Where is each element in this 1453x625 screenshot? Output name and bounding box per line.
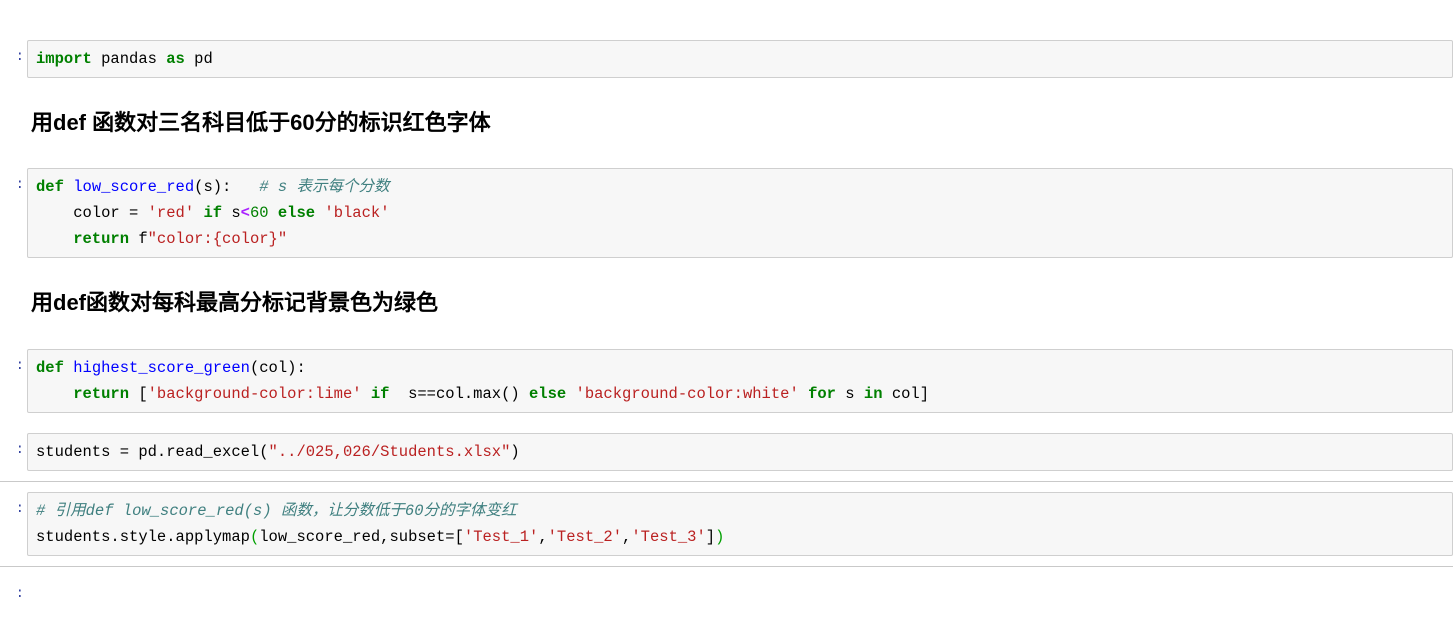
code-token: def <box>36 358 74 377</box>
code-token: return <box>36 230 130 249</box>
code-token: (s): <box>194 178 260 197</box>
code-token: ) <box>510 442 520 461</box>
cell-spacer <box>0 258 1453 268</box>
cell-prompt: : <box>15 177 24 194</box>
cell-spacer <box>0 88 1453 110</box>
code-token: pd <box>194 50 213 68</box>
code-token: s <box>836 384 864 403</box>
code-token: 'Test_3' <box>631 527 706 546</box>
code-line: def highest_score_green(col): <box>36 355 1448 381</box>
section-heading: 用def函数对每科最高分标记背景色为绿色 <box>31 290 439 316</box>
code-token: 'background-color:lime' <box>147 384 362 403</box>
cell-prompt: : <box>15 49 24 65</box>
cell-spacer <box>0 556 1453 566</box>
code-token: return <box>36 384 130 403</box>
jupyter-notebook: : import pandas as pd 用def 函数对三名科目低于60分的标识… <box>0 0 1453 625</box>
code-line: def low_score_red(s): # s 表示每个分数 <box>36 174 1448 200</box>
cell-spacer <box>0 136 1453 158</box>
code-token: low_score_red,subset=[ <box>259 527 464 546</box>
code-line: color = 'red' if s<60 else 'black' <box>36 200 1448 226</box>
cell-spacer <box>0 482 1453 492</box>
code-token: 60 <box>249 204 269 223</box>
code-token: students.style.applymap <box>36 527 250 546</box>
code-line: # 引用def low_score_red(s) 函数，让分数低于60分的字体变… <box>36 498 1448 524</box>
cell-spacer <box>0 158 1453 168</box>
cell-spacer <box>0 423 1453 433</box>
cell-prompt: : <box>15 500 24 517</box>
section-heading: 用def 函数对三名科目低于60分的标识红色字体 <box>31 110 491 135</box>
code-token: col] <box>882 384 930 403</box>
code-token: < <box>240 204 250 223</box>
code-token: s==col.max() <box>389 384 529 403</box>
cell-prompt: : <box>15 441 24 458</box>
cell-spacer <box>0 78 1453 88</box>
code-token: else <box>268 204 316 223</box>
code-token: 'Test_1' <box>463 527 539 546</box>
code-token: 'Test_2' <box>547 527 623 546</box>
code-editor[interactable]: # 引用def low_score_red(s) 函数，让分数低于60分的字体变… <box>27 491 1453 556</box>
code-token: (col): <box>249 358 306 377</box>
code-token: color = <box>36 204 148 223</box>
code-editor[interactable]: def low_score_red(s): # s 表示每个分数 color =… <box>27 168 1453 259</box>
code-token: pandas <box>101 50 167 68</box>
code-editor[interactable]: students = pd.read_excel("../025,026/Stu… <box>27 432 1453 471</box>
code-token: "../025,026/Students.xlsx" <box>268 442 511 461</box>
code-token: students = pd.read_excel( <box>36 442 269 461</box>
code-token: , <box>622 527 632 546</box>
code-token: [ <box>129 384 148 403</box>
code-token: import <box>36 50 102 68</box>
code-line: return f"color:{color}" <box>36 226 1448 252</box>
code-line: students = pd.read_excel("../025,026/Stu… <box>36 439 1448 465</box>
cell-spacer <box>0 339 1453 349</box>
code-token: , <box>538 527 548 546</box>
code-line: students.style.applymap(low_score_red,su… <box>36 524 1448 550</box>
code-token: ( <box>249 527 260 546</box>
code-token: ) <box>715 527 725 546</box>
code-token: 'background-color:white' <box>575 384 799 403</box>
code-token: # s 表示每个分数 <box>259 178 390 197</box>
cell-prompt: : <box>15 585 24 602</box>
cell-spacer <box>0 268 1453 290</box>
code-cell[interactable]: : # 引用def low_score_red(s) 函数，让分数低于60分的字体… <box>0 491 1453 556</box>
markdown-cell[interactable]: 用def 函数对三名科目低于60分的标识红色字体 <box>0 110 1453 136</box>
top-spacer <box>0 0 1453 30</box>
code-token: else <box>529 384 567 403</box>
code-token: for <box>798 384 836 403</box>
cell-spacer <box>0 413 1453 423</box>
code-token: in <box>863 384 883 403</box>
code-editor[interactable]: import pandas as pd <box>27 40 1453 78</box>
code-token: # 引用def low_score_red(s) 函数，让分数低于60分的字体变… <box>36 501 517 520</box>
code-token: 'black' <box>324 204 390 223</box>
cell-spacer <box>0 567 1453 577</box>
code-token: low_score_red <box>73 178 195 197</box>
code-line: import pandas as pd <box>36 46 1448 72</box>
code-cell[interactable]: : students = pd.read_excel("../025,026/St… <box>0 432 1453 471</box>
markdown-cell[interactable]: 用def函数对每科最高分标记背景色为绿色 <box>0 290 1453 316</box>
code-token: "color:{color}" <box>147 230 288 249</box>
cell-spacer <box>0 30 1453 40</box>
code-token: if <box>361 384 390 403</box>
markdown-body: 用def函数对每科最高分标记背景色为绿色 <box>27 290 1453 316</box>
code-cell[interactable]: : def low_score_red(s): # s 表示每个分数 color … <box>0 168 1453 259</box>
code-editor[interactable]: def highest_score_green(col): return ['b… <box>27 348 1453 413</box>
cell-spacer <box>0 317 1453 339</box>
code-token: ] <box>705 527 716 546</box>
code-line: return ['background-color:lime' if s==co… <box>36 381 1448 407</box>
code-token: def <box>36 178 74 197</box>
code-cell[interactable]: : import pandas as pd <box>0 40 1453 78</box>
code-token: if <box>194 204 223 223</box>
notebook-cells-container: : import pandas as pd 用def 函数对三名科目低于60分的标识… <box>0 30 1453 602</box>
code-token: as <box>166 50 195 68</box>
code-cell-partial[interactable]: : <box>0 577 1453 602</box>
code-token: 'red' <box>147 204 195 223</box>
code-token: s <box>222 204 241 223</box>
cell-prompt: : <box>15 357 24 374</box>
code-token: f <box>129 230 148 249</box>
code-cell[interactable]: : def highest_score_green(col): return ['… <box>0 348 1453 413</box>
cell-spacer <box>0 471 1453 481</box>
code-token: highest_score_green <box>73 358 250 377</box>
markdown-body: 用def 函数对三名科目低于60分的标识红色字体 <box>27 110 1453 136</box>
